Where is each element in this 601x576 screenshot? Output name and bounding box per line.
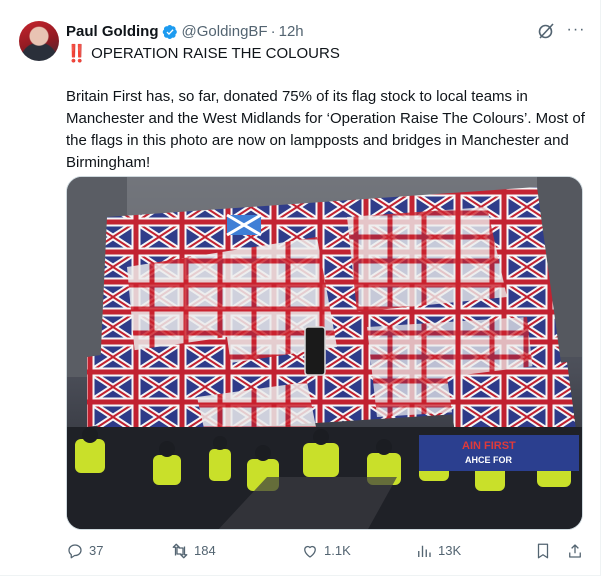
like-icon	[304, 545, 316, 558]
tweet-photo[interactable]: AIN FIRST AHCE FOR	[66, 176, 583, 530]
verified-badge-icon	[162, 24, 177, 40]
banner-text-top: AIN FIRST	[462, 440, 516, 452]
grok-icon[interactable]	[536, 21, 556, 41]
headline-text: OPERATION RAISE THE COLOURS	[91, 45, 340, 62]
share-button[interactable]	[566, 542, 589, 560]
share-icon	[569, 544, 581, 558]
reply-icon	[68, 544, 82, 559]
double-exclamation-icon: ‼️	[66, 44, 87, 63]
repost-count: 184	[194, 543, 216, 558]
avatar[interactable]	[19, 21, 59, 61]
more-icon[interactable]: ···	[566, 21, 586, 41]
views-button[interactable]: 13K	[415, 542, 461, 560]
like-button[interactable]: 1.1K	[301, 542, 351, 560]
bookmark-button[interactable]	[534, 542, 557, 560]
author-name[interactable]: Paul Golding	[66, 22, 159, 42]
repost-icon	[172, 543, 188, 559]
views-count: 13K	[438, 543, 462, 558]
repost-button[interactable]: 184	[171, 542, 216, 560]
like-count: 1.1K	[324, 543, 351, 558]
reply-count: 37	[89, 543, 104, 558]
reply-button[interactable]: 37	[66, 542, 103, 560]
crowd-with-flags-image: AIN FIRST AHCE FOR	[67, 177, 582, 529]
tweet-body: Britain First has, so far, donated 75% o…	[66, 88, 585, 171]
tweet-card[interactable]: Paul Golding @GoldingBF · 12h ··· ‼️ OPE…	[0, 0, 601, 576]
views-icon	[418, 545, 431, 557]
engagement-bar: 37 184 1.1K 13K	[66, 542, 586, 562]
bookmark-icon	[537, 543, 549, 559]
author-handle[interactable]: @GoldingBF	[182, 22, 268, 42]
tweet-headline: ‼️ OPERATION RAISE THE COLOURS	[66, 44, 340, 64]
separator-dot: ·	[270, 23, 276, 40]
top-actions: ···	[536, 21, 586, 41]
timestamp[interactable]: 12h	[279, 22, 304, 42]
tweet-header: Paul Golding @GoldingBF · 12h	[66, 22, 304, 42]
banner-text-bottom: AHCE FOR	[465, 455, 513, 465]
